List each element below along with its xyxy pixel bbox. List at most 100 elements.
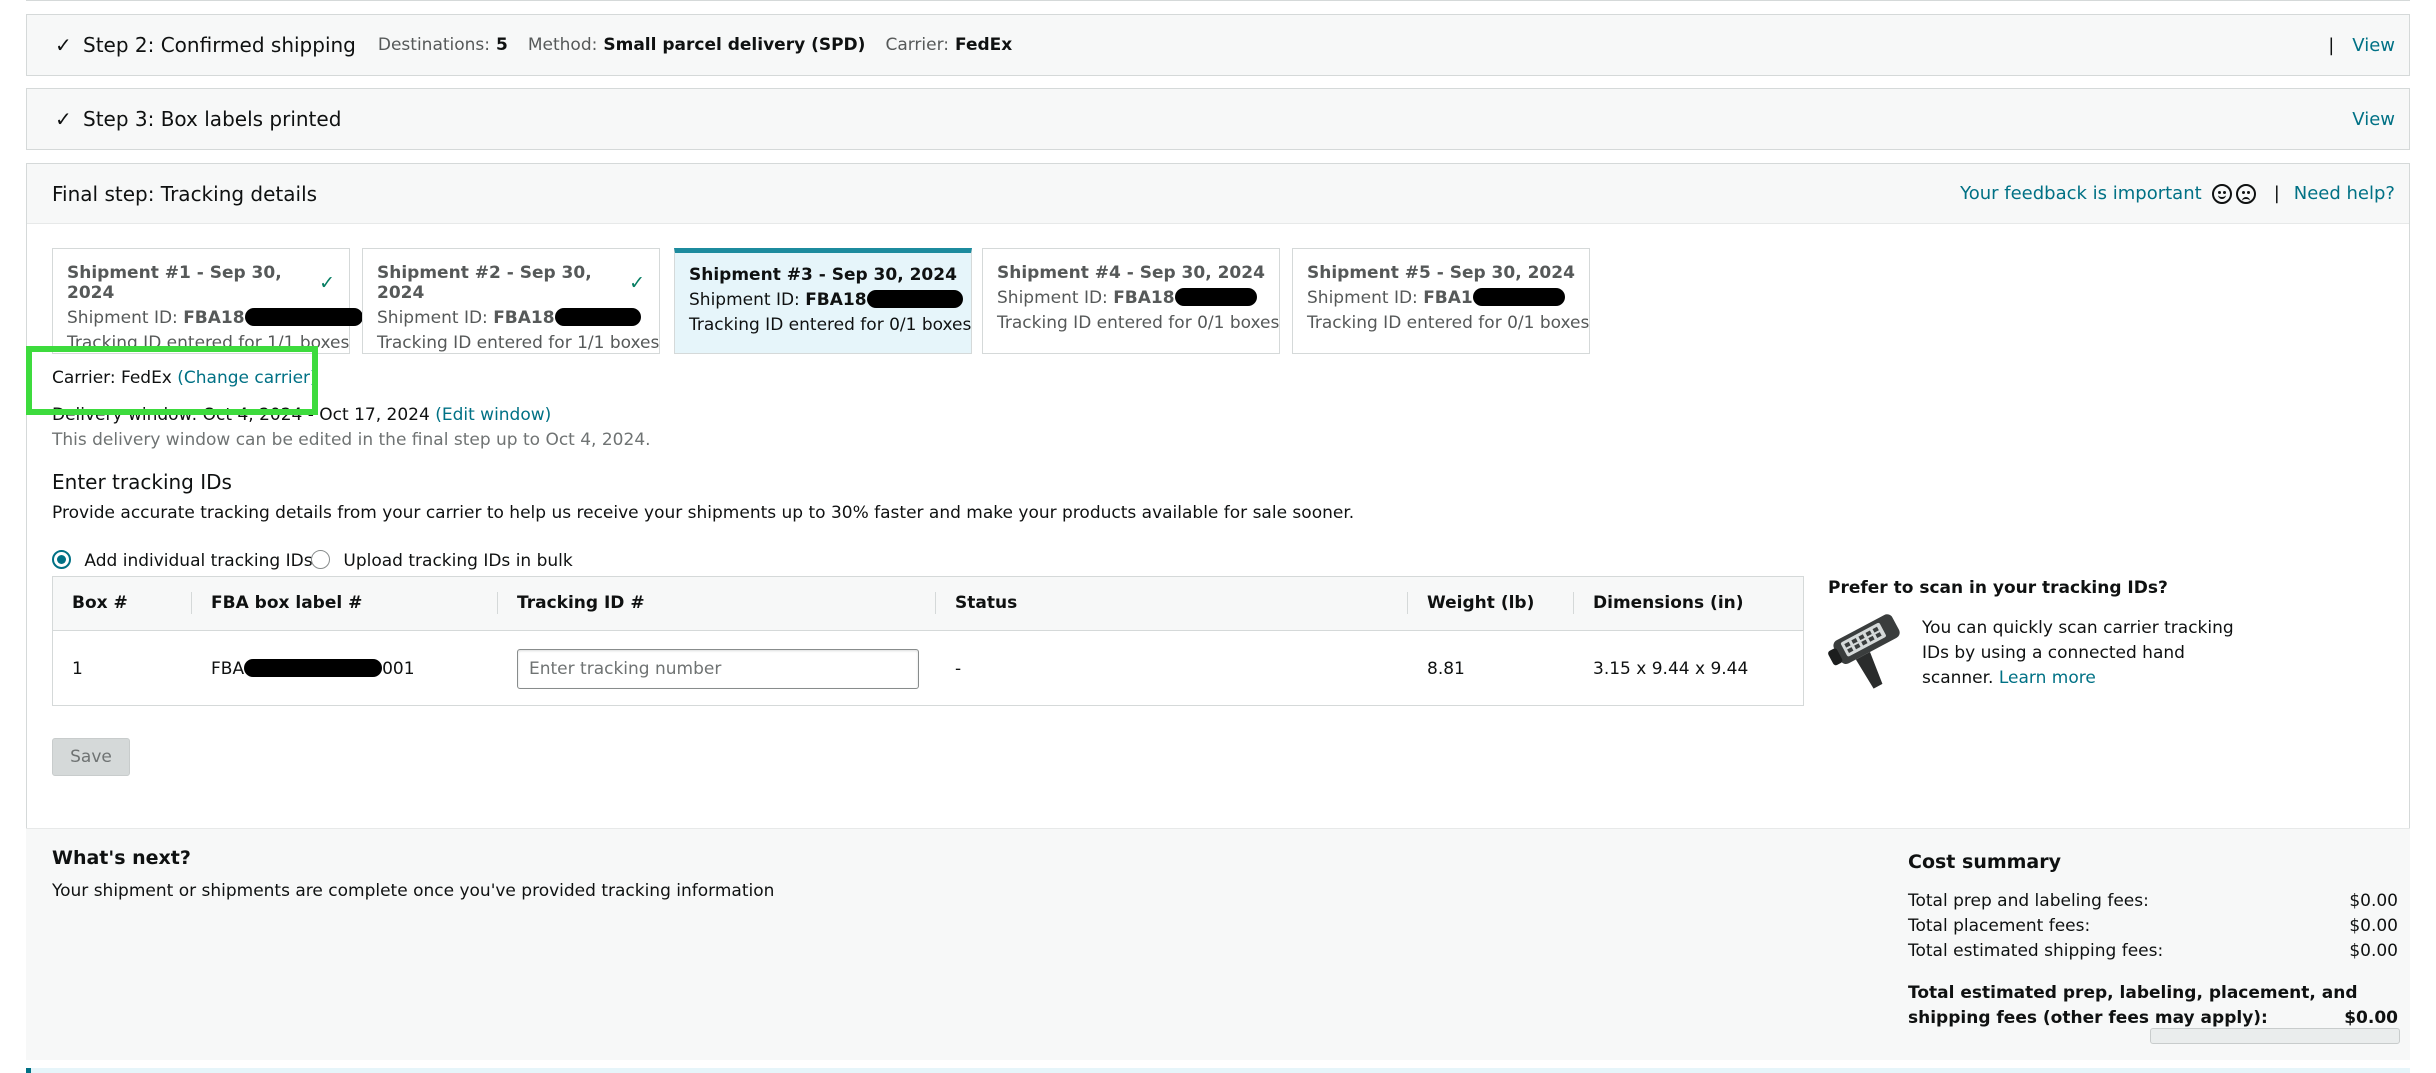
separator: | <box>2273 183 2280 204</box>
carrier-label: Carrier: <box>885 35 950 55</box>
shipment-tracking-status: Tracking ID entered for 0/1 boxes <box>997 313 1280 333</box>
shipment-id-label: Shipment ID: <box>997 288 1108 308</box>
shipment-title: Shipment #2 - Sep 30, 2024 <box>377 263 592 303</box>
step2-view-link[interactable]: View <box>2352 35 2395 56</box>
column-header-weight: Weight (lb) <box>1427 593 1535 613</box>
cost-row-value: $0.00 <box>2349 941 2398 961</box>
sad-face-icon[interactable] <box>2235 183 2256 204</box>
redaction-mark <box>866 290 963 308</box>
scan-line-3: scanner. <box>1922 668 1994 688</box>
shipment-card-2[interactable]: Shipment #2 - Sep 30, 2024 ✓ Shipment ID:… <box>362 248 660 354</box>
tracking-number-input[interactable] <box>517 649 919 689</box>
column-header-dimensions: Dimensions (in) <box>1593 593 1744 613</box>
shipment-tracking-status: Tracking ID entered for 1/1 boxes <box>377 333 660 353</box>
cost-summary-heading: Cost summary <box>1908 851 2062 873</box>
redaction-mark <box>1174 288 1257 306</box>
shipment-card-1[interactable]: Shipment #1 - Sep 30, 2024 ✓ Shipment ID:… <box>52 248 363 354</box>
need-help-link[interactable]: Need help? <box>2294 183 2395 204</box>
column-divider <box>191 592 192 614</box>
step3-title: Step 3: Box labels printed <box>83 107 342 131</box>
column-divider <box>935 592 936 614</box>
checkmark-icon: ✓ <box>55 107 72 131</box>
edit-window-link[interactable]: (Edit window) <box>435 405 551 425</box>
happy-face-icon[interactable] <box>2211 183 2232 204</box>
shipment-title: Shipment #1 - Sep 30, 2024 <box>67 263 282 303</box>
shipment-id-label: Shipment ID: <box>67 308 178 328</box>
delivery-window-note: This delivery window can be edited in th… <box>52 430 651 450</box>
shipment-id-label: Shipment ID: <box>1307 288 1418 308</box>
cost-total-label-1: Total estimated prep, labeling, placemen… <box>1908 983 2358 1003</box>
shipment-card-3[interactable]: Shipment #3 - Sep 30, 2024 Shipment ID: … <box>674 248 972 354</box>
box-label-suffix: 001 <box>382 659 415 679</box>
step2-title: Step 2: Confirmed shipping <box>83 33 356 57</box>
bottom-info-bar <box>26 1068 2410 1073</box>
cost-total-label-2: shipping fees (other fees may apply): <box>1908 1008 2268 1028</box>
column-header-label: FBA box label # <box>211 593 363 613</box>
cost-row-value: $0.00 <box>2349 916 2398 936</box>
shipment-tracking-status: Tracking ID entered for 0/1 boxes <box>1307 313 1590 333</box>
shipment-title: Shipment #3 - Sep 30, 2024 <box>689 265 957 285</box>
save-button[interactable]: Save <box>52 738 130 776</box>
column-divider <box>497 592 498 614</box>
status-cell: - <box>955 659 962 679</box>
cost-total-value: $0.00 <box>2344 1008 2398 1028</box>
scan-line-2: IDs by using a connected hand <box>1922 643 2185 663</box>
shipment-id-value: FBA18 <box>1113 288 1175 308</box>
redaction-mark <box>244 659 383 677</box>
column-header-box: Box # <box>72 593 128 613</box>
scan-line-1: You can quickly scan carrier tracking <box>1922 618 2234 638</box>
weight-cell: 8.81 <box>1427 659 1465 679</box>
method-label: Method: <box>527 35 598 55</box>
box-label-prefix: FBA <box>211 659 245 679</box>
cost-row-value: $0.00 <box>2349 891 2398 911</box>
column-divider <box>1407 592 1408 614</box>
scan-heading: Prefer to scan in your tracking IDs? <box>1828 578 2168 598</box>
shipment-card-5[interactable]: Shipment #5 - Sep 30, 2024 Shipment ID: … <box>1292 248 1590 354</box>
cost-row-label: Total prep and labeling fees: <box>1908 891 2149 911</box>
radio-individual[interactable]: Add individual tracking IDs <box>52 550 313 571</box>
horizontal-scrollbar[interactable] <box>2150 1028 2400 1044</box>
shipment-card-4[interactable]: Shipment #4 - Sep 30, 2024 Shipment ID: … <box>982 248 1280 354</box>
highlight-box <box>26 346 318 415</box>
separator: | <box>2328 34 2335 56</box>
dimensions-cell: 3.15 x 9.44 x 9.44 <box>1593 659 1749 679</box>
destinations-value: 5 <box>496 35 508 55</box>
cost-row-label: Total placement fees: <box>1908 916 2091 936</box>
barcode-scanner-icon <box>1828 614 1900 689</box>
redaction-mark <box>1472 288 1565 306</box>
shipment-id-value: FBA18 <box>183 308 245 328</box>
method-value: Small parcel delivery (SPD) <box>603 35 866 55</box>
checkmark-icon: ✓ <box>319 272 335 294</box>
boxes-table: Box # FBA box label # Tracking ID # Stat… <box>52 576 1804 706</box>
column-header-status: Status <box>955 593 1018 613</box>
radio-unselected-icon[interactable] <box>311 550 330 569</box>
checkmark-icon: ✓ <box>55 33 72 57</box>
shipment-id-value: FBA18 <box>805 290 867 310</box>
scan-description: You can quickly scan carrier tracking ID… <box>1922 616 2234 691</box>
shipment-id-label: Shipment ID: <box>689 290 800 310</box>
step2-panel: ✓ Step 2: Confirmed shipping Destination… <box>26 14 2410 76</box>
destinations-label: Destinations: <box>377 35 491 55</box>
radio-individual-label: Add individual tracking IDs <box>84 551 313 571</box>
shipment-id-value: FBA18 <box>493 308 555 328</box>
step3-view-link[interactable]: View <box>2352 109 2395 130</box>
box-number-link[interactable]: 1 <box>72 659 83 679</box>
whats-next-panel: What's next? Your shipment or shipments … <box>26 828 2410 1060</box>
radio-bulk-label: Upload tracking IDs in bulk <box>343 551 573 571</box>
column-header-tracking: Tracking ID # <box>517 593 645 613</box>
radio-selected-icon[interactable] <box>52 550 71 569</box>
feedback-link[interactable]: Your feedback is important <box>1960 183 2202 204</box>
top-divider <box>26 0 2410 1</box>
checkmark-icon: ✓ <box>629 272 645 294</box>
redaction-mark <box>244 308 363 326</box>
column-divider <box>1573 592 1574 614</box>
step3-panel: ✓ Step 3: Box labels printed View <box>26 88 2410 150</box>
radio-bulk[interactable]: Upload tracking IDs in bulk <box>311 550 573 571</box>
learn-more-link[interactable]: Learn more <box>1999 668 2096 688</box>
shipment-id-label: Shipment ID: <box>377 308 488 328</box>
tracking-heading: Enter tracking IDs <box>52 470 232 494</box>
whats-next-heading: What's next? <box>52 847 191 869</box>
table-header: Box # FBA box label # Tracking ID # Stat… <box>53 577 1803 631</box>
shipment-title: Shipment #4 - Sep 30, 2024 <box>997 263 1265 283</box>
redaction-mark <box>554 308 641 326</box>
